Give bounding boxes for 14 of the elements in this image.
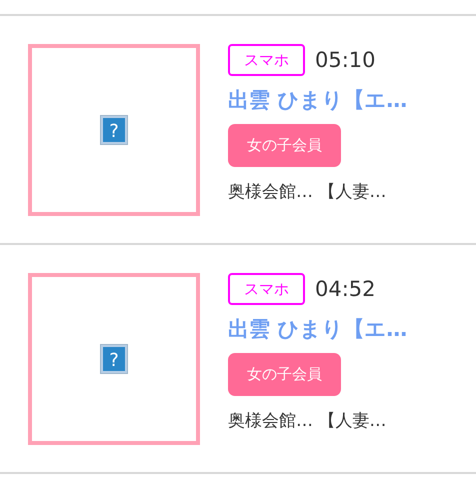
- device-label: スマホ: [228, 44, 305, 76]
- shop-name: 奥様会館… 【人妻…: [228, 181, 386, 203]
- photo-frame[interactable]: ?: [28, 273, 200, 445]
- broken-image-icon: ?: [100, 344, 128, 374]
- member-tag: 女の子会員: [228, 124, 341, 167]
- device-label: スマホ: [228, 273, 305, 305]
- profile-link[interactable]: 出雲 ひまり【エ…: [228, 315, 408, 343]
- photo-frame[interactable]: ?: [28, 44, 200, 216]
- post-time: 04:52: [315, 277, 376, 301]
- broken-image-icon: ?: [100, 115, 128, 145]
- post-time: 05:10: [315, 48, 376, 72]
- profile-link[interactable]: 出雲 ひまり【エ…: [228, 86, 408, 114]
- member-tag: 女の子会員: [228, 353, 341, 396]
- shop-name: 奥様会館… 【人妻…: [228, 410, 386, 432]
